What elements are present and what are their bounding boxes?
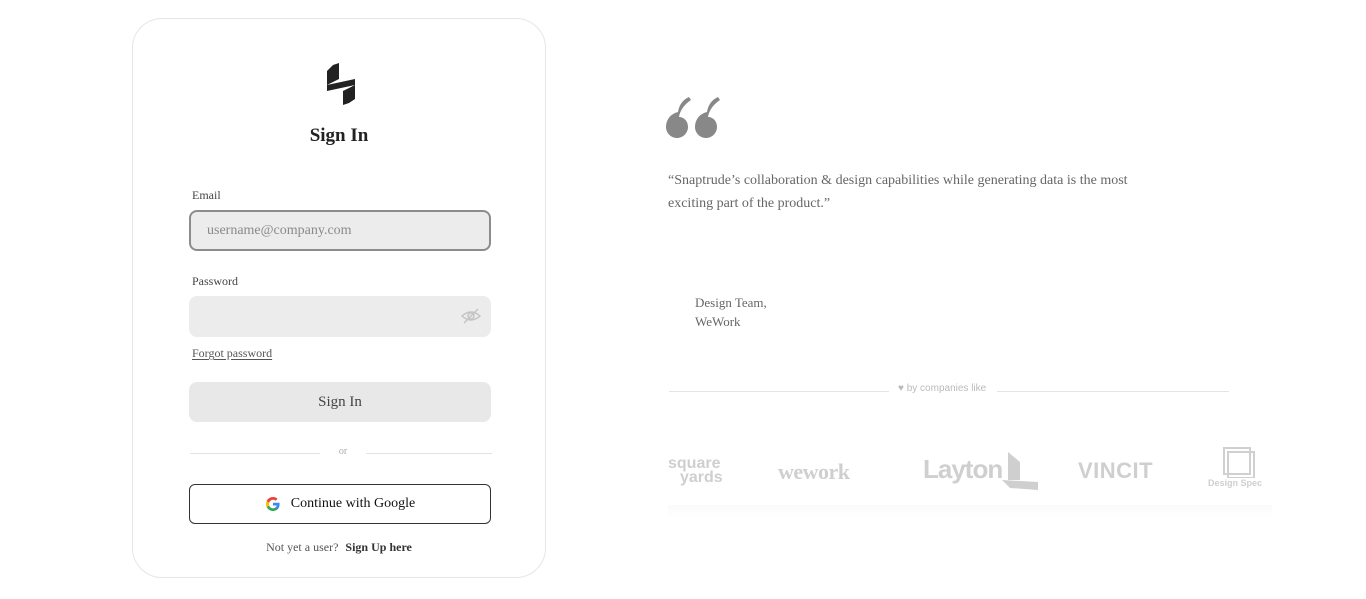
testimonial-quote: “Snaptrude’s collaboration & design capa…	[668, 173, 1128, 211]
signup-prompt: Not yet a user?	[266, 540, 339, 554]
password-label: Password	[192, 274, 239, 288]
google-icon	[265, 497, 280, 511]
sign-in-button[interactable]: Sign In	[189, 382, 491, 422]
email-field[interactable]	[189, 210, 491, 251]
page-title: Sign In	[309, 125, 369, 146]
layton-mark-icon	[1002, 452, 1038, 490]
companies-label: ♥ by companies like	[898, 383, 987, 394]
divider-left	[190, 453, 320, 454]
heart-icon: ♥	[898, 383, 904, 394]
eye-off-icon[interactable]	[460, 306, 482, 326]
companies-divider-right	[997, 391, 1229, 392]
forgot-password-link[interactable]: Forgot password	[192, 346, 272, 361]
signin-card: Sign In Email Password Forgot password S…	[132, 18, 546, 578]
email-label: Email	[192, 188, 221, 202]
logo-wework: wework	[778, 459, 850, 484]
companies-divider-left	[669, 391, 889, 392]
quote-icon	[666, 97, 720, 138]
password-field[interactable]	[189, 296, 491, 337]
google-button-label: Continue with Google	[290, 496, 416, 511]
signup-link[interactable]: Sign Up here	[345, 540, 411, 554]
signup-row: Not yet a user? Sign Up here	[133, 540, 545, 555]
logo-design-spec: Design Spec	[1208, 478, 1263, 488]
logo-vincit: VINCIT	[1078, 458, 1154, 483]
author-company: WeWork	[695, 314, 741, 329]
divider-right	[366, 453, 492, 454]
continue-with-google-button[interactable]: Continue with Google	[189, 484, 491, 524]
logo-layton: Layton	[923, 454, 1003, 484]
snaptrude-logo-icon	[327, 63, 355, 105]
divider-or: or	[338, 446, 348, 457]
author-team: Design Team,	[695, 295, 767, 310]
logo-square-yards: square yards	[668, 455, 723, 486]
logos-fade	[668, 505, 1272, 519]
design-spec-mark-icon	[1223, 447, 1255, 478]
testimonial-author: Design Team, WeWork	[695, 293, 767, 331]
